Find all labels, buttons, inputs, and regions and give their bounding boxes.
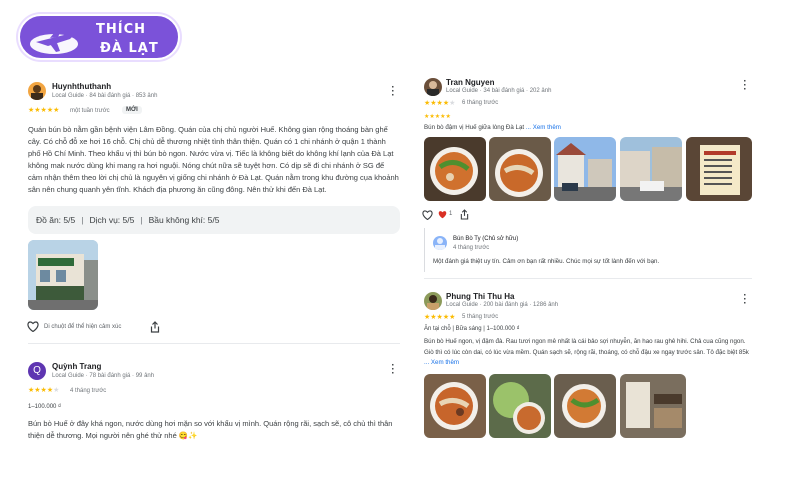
more-options-icon[interactable]: · · · — [740, 77, 750, 95]
review-photo[interactable] — [620, 374, 686, 438]
atmosphere-rating: Bầu không khí: 5/5 — [148, 215, 220, 225]
review-text: Quán bún bò nằm gần bệnh viện Lâm Đồng. … — [28, 125, 399, 194]
star-rating: ★★★★★ — [28, 387, 60, 394]
owner-response: Bún Bò Ty (Chủ sở hữu) 4 tháng trước Một… — [424, 228, 752, 272]
review-photo[interactable] — [424, 374, 486, 438]
star-rating: ★★★★★ — [424, 100, 456, 107]
review-photo[interactable] — [28, 240, 98, 310]
logo-line-1: THÍCH — [96, 22, 147, 37]
review-photo[interactable] — [554, 137, 616, 201]
reviewer-meta: Local Guide · 34 bài đánh giá · 202 ảnh — [446, 88, 552, 94]
airplane-icon — [30, 28, 78, 54]
see-more-link[interactable]: ... Xem thêm — [526, 124, 561, 131]
visit-tags: Ăn tại chỗ | Bữa sáng | 1–100.000 ₫ — [424, 326, 520, 332]
reviewer-name[interactable]: Tran Nguyen — [446, 78, 494, 87]
divider: | — [81, 215, 84, 225]
reaction-count: 1 — [449, 211, 453, 217]
logo-line-2: ĐÀ LẠT — [100, 41, 159, 56]
avatar[interactable] — [424, 78, 442, 96]
love-reaction-icon[interactable] — [438, 210, 447, 219]
reviewer-name[interactable]: Quỳnh Trang — [52, 362, 101, 371]
reviewer-meta: Local Guide · 78 bài đánh giá · 99 ảnh — [52, 373, 155, 379]
star-rating: ★★★★★ — [424, 314, 456, 321]
review-text-content: Bún bò đậm vị Huế giữa lòng Đà Lạt — [424, 124, 525, 131]
share-icon[interactable] — [460, 209, 469, 220]
review-text: Bún bò đậm vị Huế giữa lòng Đà Lạt ... X… — [424, 123, 754, 134]
divider — [28, 343, 400, 344]
aspect-ratings: Đồ ăn: 5/5 | Dịch vụ: 5/5 | Bầu không kh… — [28, 206, 400, 234]
review-time: 6 tháng trước — [462, 100, 499, 106]
heart-outline-icon[interactable] — [422, 210, 433, 220]
avatar[interactable] — [424, 292, 442, 310]
new-badge: MỚI — [122, 106, 142, 114]
review-photo[interactable] — [554, 374, 616, 438]
heart-outline-icon[interactable] — [27, 321, 39, 332]
review-text: Bún bò Huế ở đây khá ngon, nước dùng hơi… — [28, 419, 393, 440]
review-photo[interactable] — [686, 137, 752, 201]
avatar[interactable]: Q — [28, 362, 46, 380]
reviewer-name[interactable]: Phung Thi Thu Ha — [446, 292, 514, 301]
emoji-stars: ★★★★★ — [424, 114, 451, 120]
owner-time: 4 tháng trước — [453, 245, 490, 251]
divider — [424, 278, 752, 279]
see-more-link[interactable]: ... Xem thêm — [424, 359, 459, 366]
reviewer-meta: Local Guide · 84 bài đánh giá · 853 ảnh — [52, 93, 158, 99]
review-photo[interactable] — [620, 137, 682, 201]
price-range: 1–100.000 ₫ — [28, 404, 62, 410]
owner-reply-text: Một đánh giá thiệt uy tín. Cảm ơn bạn rấ… — [433, 258, 660, 265]
review-photo[interactable] — [489, 137, 551, 201]
avatar[interactable] — [28, 82, 46, 100]
react-hint: Di chuột để thể hiện cảm xúc — [44, 324, 122, 330]
more-options-icon[interactable]: · · · — [388, 361, 398, 379]
review-photo[interactable] — [424, 137, 486, 201]
share-icon[interactable] — [150, 321, 160, 333]
reviewer-meta: Local Guide · 200 bài đánh giá · 1286 ản… — [446, 302, 559, 308]
star-rating: ★★★★★ — [28, 107, 60, 114]
owner-name: Bún Bò Ty (Chủ sở hữu) — [453, 236, 519, 242]
more-options-icon[interactable]: · · · — [740, 291, 750, 309]
review-time: một tuần trước — [70, 108, 110, 114]
review-time: 4 tháng trước — [70, 388, 107, 394]
owner-avatar — [433, 236, 447, 250]
review-text-content: Bún bò Huế ngon, vị đậm đà. Rau tươi ngo… — [424, 338, 749, 356]
service-rating: Dịch vụ: 5/5 — [89, 215, 135, 225]
divider: | — [140, 215, 143, 225]
food-rating: Đồ ăn: 5/5 — [36, 215, 76, 225]
reviewer-name[interactable]: Huynhthuthanh — [52, 82, 111, 91]
brand-logo: THÍCH ĐÀ LẠT — [18, 14, 180, 60]
review-photo[interactable] — [489, 374, 551, 438]
avatar-letter: Q — [33, 365, 41, 376]
more-options-icon[interactable]: · · · — [388, 83, 398, 101]
review-time: 5 tháng trước — [462, 314, 499, 320]
review-text: Bún bò Huế ngon, vị đậm đà. Rau tươi ngo… — [424, 337, 754, 369]
